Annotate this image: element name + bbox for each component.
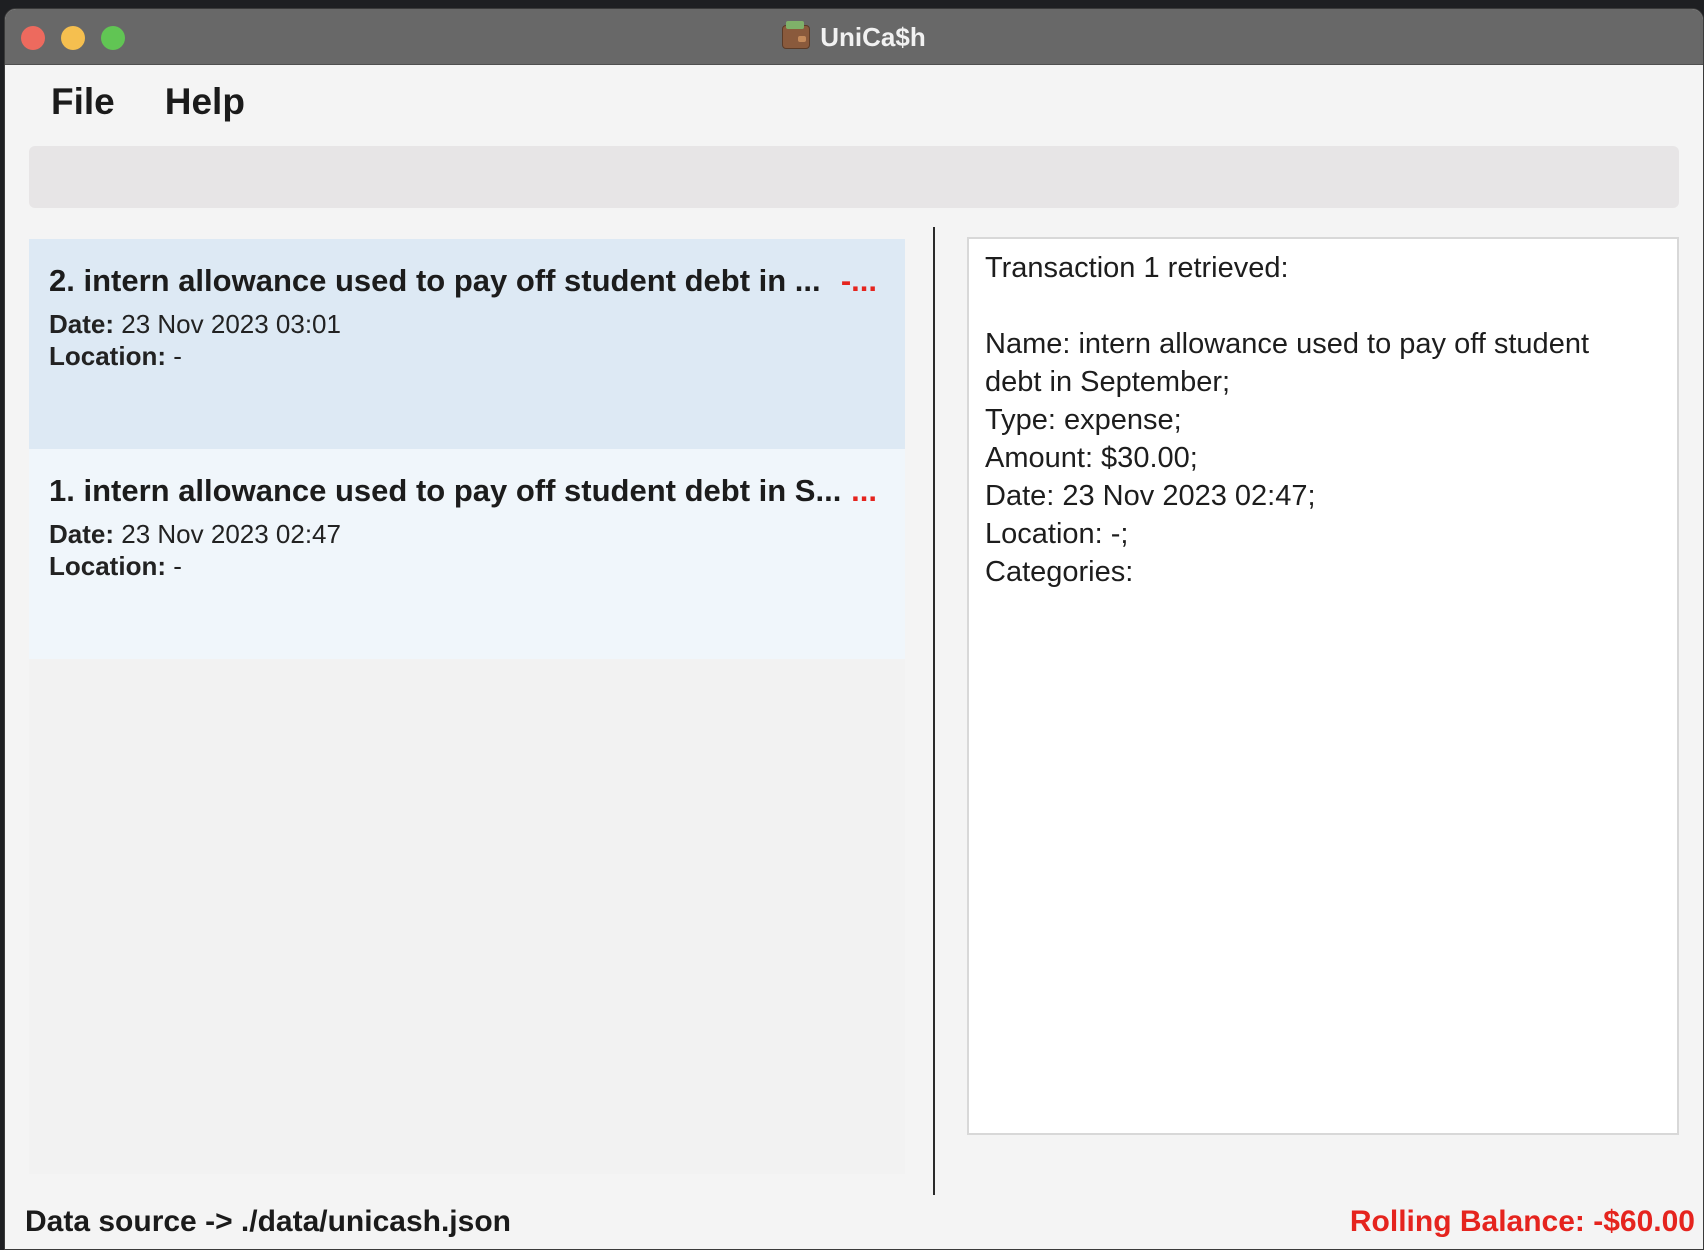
data-source-label: Data source -> ./data/unicash.json — [25, 1205, 511, 1238]
menu-file[interactable]: File — [51, 81, 115, 123]
transaction-location: Location: - — [49, 551, 885, 581]
menu-help[interactable]: Help — [165, 81, 245, 123]
transaction-card[interactable]: 1. intern allowance used to pay off stud… — [29, 449, 905, 659]
transaction-card[interactable]: 2. intern allowance used to pay off stud… — [29, 239, 905, 449]
transaction-title: 1. intern allowance used to pay off stud… — [49, 473, 842, 508]
location-label: Location: — [49, 341, 166, 371]
date-label: Date: — [49, 519, 115, 549]
location-label: Location: — [49, 551, 166, 581]
transaction-date: Date: 23 Nov 2023 03:01 — [49, 309, 885, 339]
card-title-row: 1. intern allowance used to pay off stud… — [49, 469, 885, 513]
detail-location: Location: -; — [985, 518, 1129, 550]
detail-name-cont: debt in September; — [985, 366, 1231, 398]
detail-type: Type: expense; — [985, 404, 1182, 436]
title-bar: UniCa$h — [5, 9, 1703, 65]
location-value: - — [173, 341, 182, 371]
date-label: Date: — [49, 309, 115, 339]
location-value: - — [173, 551, 182, 581]
result-display[interactable]: Transaction 1 retrieved: Name: intern al… — [967, 237, 1679, 1135]
detail-name: Name: intern allowance used to pay off s… — [985, 328, 1590, 360]
transaction-title: 2. intern allowance used to pay off stud… — [49, 263, 821, 298]
rolling-balance: Rolling Balance: -$60.00 — [1349, 1205, 1695, 1238]
menu-bar: File Help — [5, 65, 1703, 139]
wallet-icon — [782, 21, 811, 49]
pane-divider[interactable] — [933, 227, 935, 1195]
detail-categories: Categories: — [985, 556, 1134, 588]
status-bar: Data source -> ./data/unicash.json Rolli… — [5, 1195, 1703, 1249]
window-title: UniCa$h — [820, 21, 926, 52]
detail-spacer — [985, 287, 1661, 325]
detail-date: Date: 23 Nov 2023 02:47; — [985, 480, 1316, 512]
app-window: UniCa$h File Help 2. intern allowance us… — [4, 8, 1704, 1250]
card-title-row: 2. intern allowance used to pay off stud… — [49, 259, 885, 303]
transaction-amount: ... — [851, 473, 877, 508]
transaction-date: Date: 23 Nov 2023 02:47 — [49, 519, 885, 549]
command-input[interactable] — [29, 146, 1679, 208]
detail-header: Transaction 1 retrieved: — [985, 252, 1289, 284]
date-value: 23 Nov 2023 02:47 — [121, 519, 341, 549]
detail-amount: Amount: $30.00; — [985, 442, 1198, 474]
title-area: UniCa$h — [5, 9, 1703, 65]
transaction-list[interactable]: 2. intern allowance used to pay off stud… — [29, 239, 905, 1174]
date-value: 23 Nov 2023 03:01 — [121, 309, 341, 339]
transaction-location: Location: - — [49, 341, 885, 371]
transaction-amount: -... — [840, 263, 877, 298]
